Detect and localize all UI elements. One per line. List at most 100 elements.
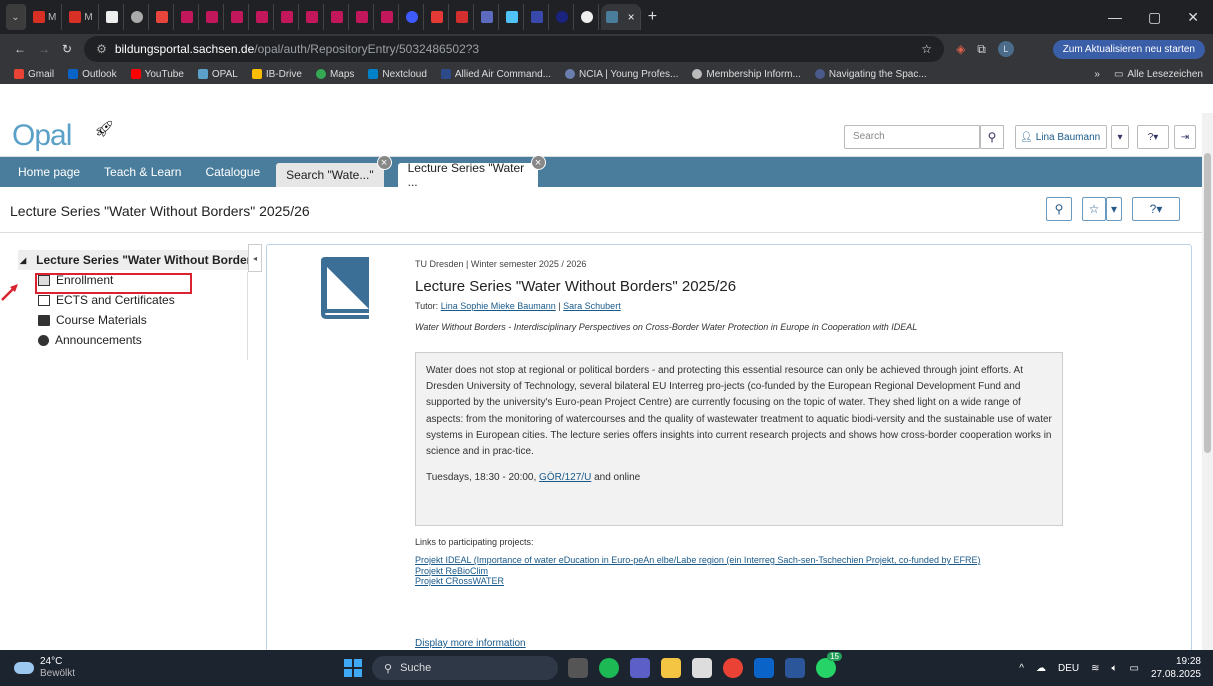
browser-tab[interactable]	[401, 4, 424, 30]
page-scrollbar[interactable]	[1202, 113, 1213, 650]
help-menu-button[interactable]: ?▾	[1137, 125, 1169, 149]
collapse-triangle-icon[interactable]: ◢	[20, 256, 26, 265]
onedrive-icon[interactable]: ☁	[1036, 663, 1046, 674]
browser-tab[interactable]	[376, 4, 399, 30]
tutor-link[interactable]: Lina Sophie Mieke Baumann	[441, 301, 556, 311]
opal-logo[interactable]: Opal	[12, 119, 72, 153]
browser-tab[interactable]	[451, 4, 474, 30]
all-bookmarks[interactable]: ▭ Alle Lesezeichen	[1114, 69, 1203, 80]
browser-tab[interactable]	[251, 4, 274, 30]
profile-avatar[interactable]: L	[997, 41, 1014, 57]
bookmark-ncia[interactable]: NCIA | Young Profes...	[565, 69, 678, 80]
browser-tab[interactable]	[551, 4, 574, 30]
new-tab-button[interactable]: +	[643, 4, 665, 30]
browser-tab[interactable]	[501, 4, 524, 30]
browser-tab[interactable]	[326, 4, 349, 30]
tab-search[interactable]: Search "Wate..." ×	[276, 155, 392, 187]
display-more-info-link[interactable]: Display more information	[415, 638, 526, 649]
weather-widget[interactable]: 24°C Bewölkt	[14, 656, 75, 680]
update-restart-button[interactable]: Zum Aktualisieren neu starten	[1052, 39, 1205, 59]
user-menu-button[interactable]: 👤︎ Lina Baumann	[1015, 125, 1107, 149]
user-menu-caret[interactable]: ▾	[1111, 125, 1129, 149]
browser-tab[interactable]	[226, 4, 249, 30]
project-link-rebioclim[interactable]: Projekt ReBioClim	[415, 566, 980, 577]
forward-icon[interactable]: →	[38, 42, 50, 56]
more-bookmarks-chevron[interactable]: »	[1094, 69, 1100, 80]
browser-tab[interactable]	[276, 4, 299, 30]
bookmark-allied-air[interactable]: Allied Air Command...	[440, 69, 551, 80]
restore-icon[interactable]: ▢	[1148, 9, 1161, 26]
tree-item-announcements[interactable]: Announcements	[18, 330, 248, 350]
bookmark-navigating[interactable]: Navigating the Spac...	[814, 69, 927, 80]
browser-tab[interactable]	[151, 4, 174, 30]
tab-list-button[interactable]: ⌄	[6, 4, 26, 30]
nav-teach-learn[interactable]: Teach & Learn	[96, 157, 189, 187]
address-bar[interactable]: ⚙ bildungsportal.sachsen.de/opal/auth/Re…	[84, 36, 945, 62]
tab-lecture-series[interactable]: Lecture Series "Water ... ×	[397, 155, 546, 189]
tree-root[interactable]: ◢ Lecture Series "Water Without Borders"…	[18, 250, 248, 270]
windows-start-icon[interactable]	[344, 659, 362, 677]
task-view-icon[interactable]	[568, 658, 588, 678]
back-icon[interactable]: ←	[14, 42, 26, 56]
whatsapp-icon[interactable]: 15	[816, 652, 842, 678]
volume-icon[interactable]: 🔈︎	[1111, 663, 1117, 674]
language-indicator[interactable]: DEU	[1058, 663, 1079, 674]
browser-tab[interactable]	[426, 4, 449, 30]
teams-icon[interactable]	[630, 658, 650, 678]
bookmark-ib-drive[interactable]: IB-Drive	[251, 69, 302, 80]
minimize-icon[interactable]: —	[1108, 9, 1122, 26]
bookmark-opal[interactable]: OPAL	[197, 69, 238, 80]
room-link[interactable]: GÖR/127/U	[539, 472, 591, 483]
browser-tab[interactable]	[526, 4, 549, 30]
tutor-link[interactable]: Sara Schubert	[563, 301, 621, 311]
calculator-icon[interactable]	[692, 658, 712, 678]
active-browser-tab[interactable]: ×	[600, 4, 641, 30]
close-icon[interactable]: ×	[376, 155, 392, 170]
browser-tab[interactable]	[301, 4, 324, 30]
rocket-icon[interactable]: 🚀︎	[94, 119, 114, 139]
site-info-icon[interactable]: ⚙	[96, 42, 107, 56]
word-icon[interactable]	[785, 658, 805, 678]
search-icon[interactable]: ⚲	[980, 125, 1004, 149]
browser-tab[interactable]	[351, 4, 374, 30]
browser-tab[interactable]: M	[28, 4, 63, 30]
taskbar-search[interactable]: ⚲ Suche	[372, 656, 558, 680]
logout-icon[interactable]: ⇥	[1174, 125, 1196, 149]
bookmark-maps[interactable]: Maps	[315, 69, 354, 80]
wifi-icon[interactable]: ≋	[1091, 663, 1099, 674]
browser-tab[interactable]	[126, 4, 149, 30]
browser-tab[interactable]	[176, 4, 199, 30]
collapse-tree-button[interactable]: ◂	[248, 244, 262, 272]
bookmark-outlook[interactable]: Outlook	[68, 69, 117, 80]
nav-catalogue[interactable]: Catalogue	[197, 157, 268, 187]
close-window-icon[interactable]: ✕	[1187, 9, 1199, 26]
extension-icon[interactable]: ◈	[956, 42, 965, 56]
spotify-icon[interactable]	[599, 658, 619, 678]
project-link-ideal[interactable]: Projekt IDEAL (Importance of water eDuca…	[415, 555, 980, 566]
bookmark-gmail[interactable]: Gmail	[14, 69, 54, 80]
browser-tab[interactable]	[201, 4, 224, 30]
close-icon[interactable]: ×	[530, 155, 546, 170]
chevron-up-icon[interactable]: ^	[1019, 663, 1024, 674]
browser-tab[interactable]	[476, 4, 499, 30]
clock[interactable]: 19:28 27.08.2025	[1151, 655, 1201, 681]
browser-tab[interactable]: M	[64, 4, 99, 30]
tree-item-course-materials[interactable]: Course Materials	[18, 310, 248, 330]
chrome-icon[interactable]	[723, 658, 743, 678]
file-explorer-icon[interactable]	[661, 658, 681, 678]
bookmark-youtube[interactable]: YouTube	[130, 69, 184, 80]
browser-tab[interactable]	[101, 4, 124, 30]
course-help-button[interactable]: ?▾	[1132, 197, 1180, 221]
bookmark-membership[interactable]: Membership Inform...	[692, 69, 801, 80]
scrollbar-thumb[interactable]	[1204, 153, 1211, 453]
browser-tab[interactable]	[576, 4, 599, 30]
bookmark-nextcloud[interactable]: Nextcloud	[368, 69, 427, 80]
favorite-star-button[interactable]: ☆	[1082, 197, 1106, 221]
favorite-caret-button[interactable]: ▾	[1106, 197, 1122, 221]
bookmark-star-icon[interactable]: ☆	[921, 42, 932, 56]
nav-home-page[interactable]: Home page	[10, 157, 88, 187]
close-icon[interactable]: ×	[628, 10, 635, 24]
project-link-crosswater[interactable]: Projekt CRossWATER	[415, 576, 980, 587]
search-input[interactable]: Search	[844, 125, 980, 149]
battery-icon[interactable]: ▭	[1129, 663, 1138, 674]
